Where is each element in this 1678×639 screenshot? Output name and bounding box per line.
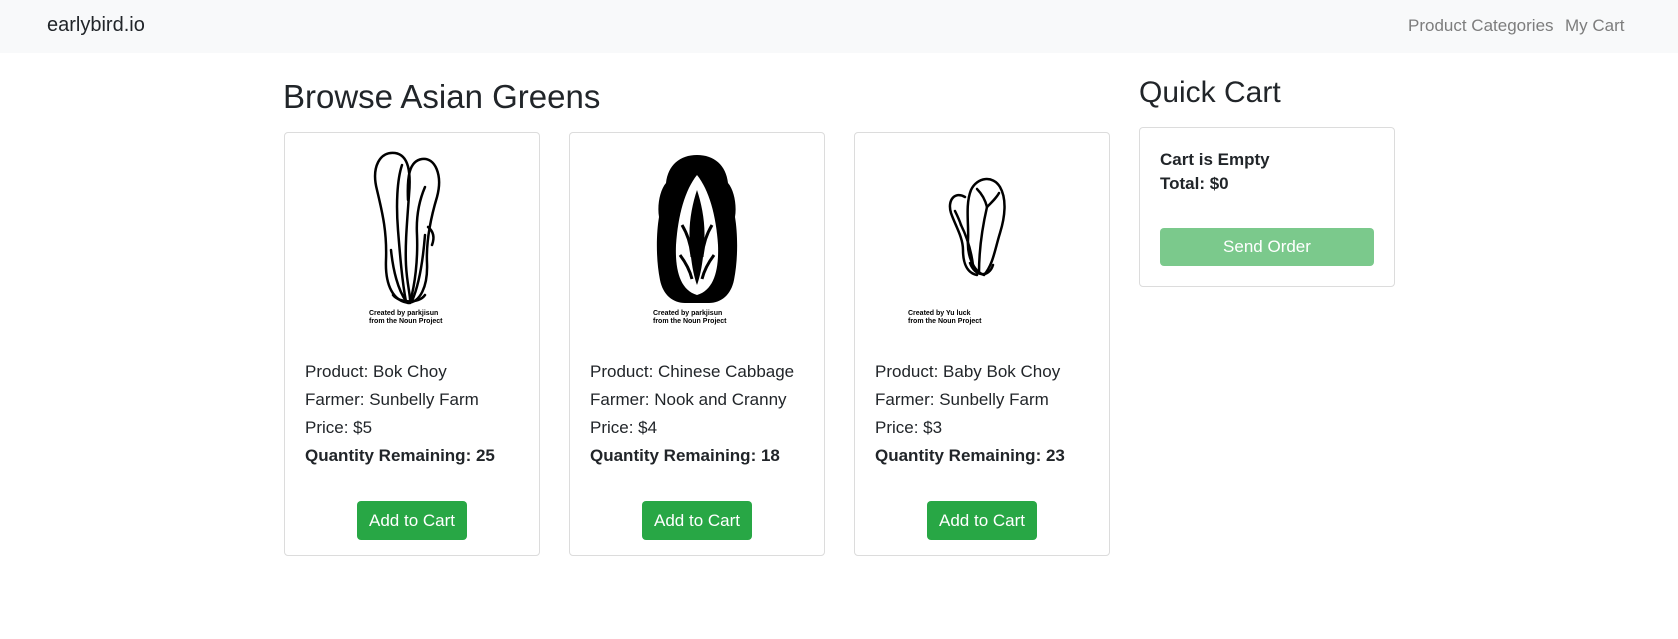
farmer-name: Farmer: Sunbelly Farm <box>875 390 1049 409</box>
baby-bok-choy-icon: Created by Yu luck from the Noun Project <box>908 177 1006 325</box>
add-to-cart-button[interactable]: Add to Cart <box>927 501 1037 540</box>
brand-link[interactable]: earlybird.io <box>47 14 145 37</box>
quantity-remaining: Quantity Remaining: 18 <box>590 446 780 465</box>
add-to-cart-button[interactable]: Add to Cart <box>357 501 467 540</box>
page-title: Browse Asian Greens <box>283 78 601 115</box>
image-credit: from the Noun Project <box>653 318 727 325</box>
product-name: Product: Bok Choy <box>305 362 447 381</box>
image-credit: from the Noun Project <box>908 318 982 325</box>
quantity-remaining: Quantity Remaining: 23 <box>875 446 1065 465</box>
quantity-remaining: Quantity Remaining: 25 <box>305 446 495 465</box>
product-details: Product: Bok Choy Farmer: Sunbelly Farm … <box>305 358 520 470</box>
product-price: Price: $4 <box>590 418 658 437</box>
farmer-name: Farmer: Nook and Cranny <box>590 390 787 409</box>
product-card: Created by Yu luck from the Noun Project… <box>854 132 1110 556</box>
image-credit: from the Noun Project <box>369 318 443 325</box>
product-details: Product: Chinese Cabbage Farmer: Nook an… <box>590 358 805 470</box>
add-to-cart-button[interactable]: Add to Cart <box>642 501 752 540</box>
navbar: earlybird.io Product Categories My Cart <box>0 0 1678 53</box>
bok-choy-icon: Created by parkjisun from the Noun Proje… <box>369 151 443 325</box>
farmer-name: Farmer: Sunbelly Farm <box>305 390 479 409</box>
quick-cart-title: Quick Cart <box>1139 76 1281 109</box>
image-credit: Created by parkjisun <box>369 310 438 317</box>
quick-cart-panel: Cart is Empty Total: $0 Send Order <box>1139 127 1395 287</box>
send-order-button[interactable]: Send Order <box>1160 228 1374 266</box>
product-name: Product: Chinese Cabbage <box>590 362 795 381</box>
image-credit: Created by parkjisun <box>653 310 722 317</box>
nav-product-categories[interactable]: Product Categories <box>1408 16 1554 36</box>
product-card: Created by parkjisun from the Noun Proje… <box>569 132 825 556</box>
chinese-cabbage-icon: Created by parkjisun from the Noun Proje… <box>653 155 738 325</box>
product-price: Price: $3 <box>875 418 943 437</box>
product-card: Created by parkjisun from the Noun Proje… <box>284 132 540 556</box>
cart-status: Cart is Empty <box>1160 150 1270 169</box>
nav-my-cart[interactable]: My Cart <box>1565 16 1625 36</box>
product-details: Product: Baby Bok Choy Farmer: Sunbelly … <box>875 358 1090 470</box>
cart-total: Total: $0 <box>1160 174 1229 193</box>
image-credit: Created by Yu luck <box>908 310 971 317</box>
product-price: Price: $5 <box>305 418 373 437</box>
product-name: Product: Baby Bok Choy <box>875 362 1061 381</box>
